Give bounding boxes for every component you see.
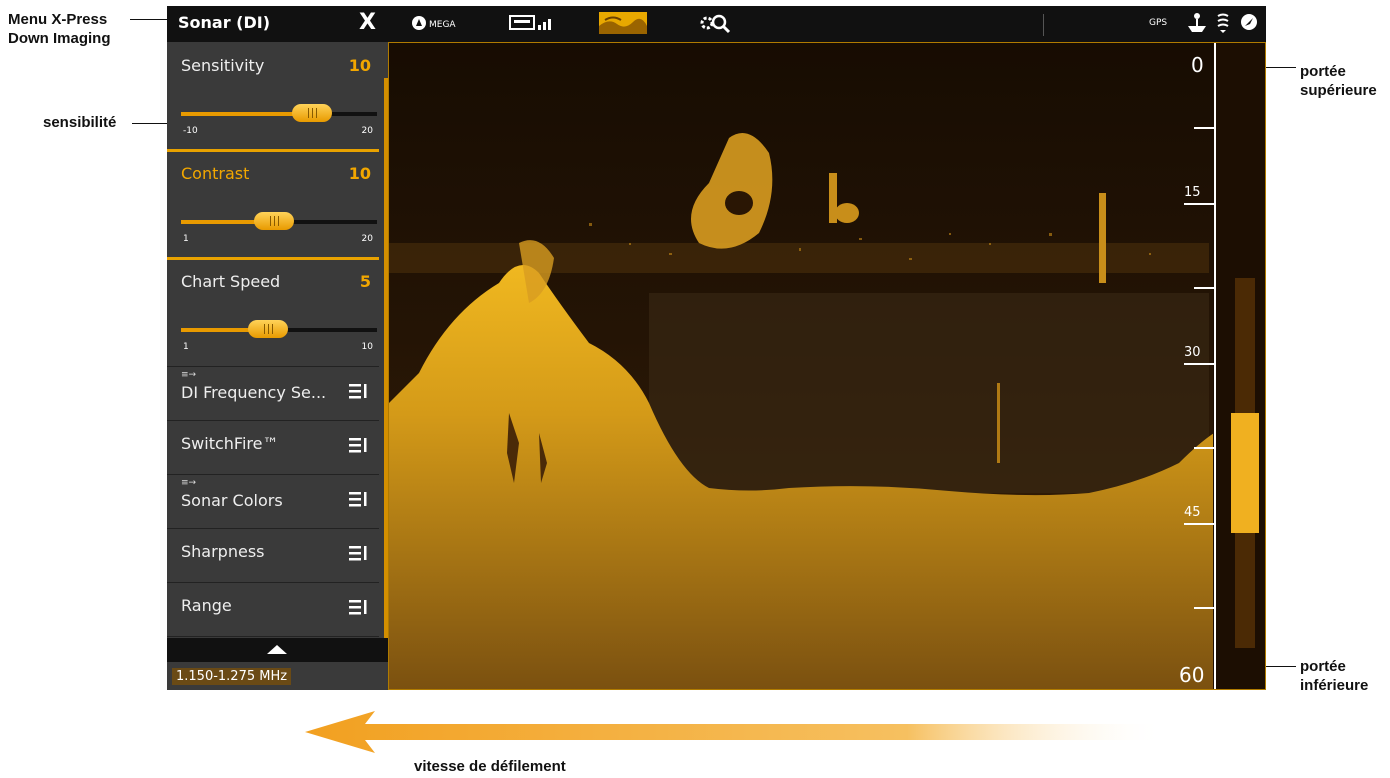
mega-icon[interactable]: MEGA	[411, 14, 463, 36]
chart-speed-max: 10	[361, 342, 373, 352]
menu-list-icon	[349, 384, 367, 399]
chart-speed-label: Chart Speed	[181, 272, 281, 291]
sonar-view-icon[interactable]	[599, 12, 647, 38]
sensitivity-track[interactable]	[181, 112, 377, 116]
fishfinder-screen: Sonar (DI) X MEGA GPS Sensitivity 10 -10…	[167, 6, 1266, 690]
menu-item-sonar-colors[interactable]: ≡→ Sonar Colors	[167, 474, 379, 529]
callout-menu-line2: Down Imaging	[8, 30, 111, 47]
depth-tick	[1184, 363, 1214, 365]
menu-list-icon	[349, 438, 367, 453]
menu-item-di-frequency[interactable]: ≡→ DI Frequency Se...	[167, 366, 379, 421]
scroll-up-button[interactable]	[167, 638, 388, 662]
callout-upper-line2: supérieure	[1300, 82, 1377, 99]
menu-item-sharpness[interactable]: Sharpness	[167, 528, 379, 583]
menu-item-label: DI Frequency Se...	[181, 383, 327, 402]
menu-list-icon	[349, 492, 367, 507]
depth-label-top: 0	[1191, 53, 1204, 77]
callout-chart-speed: vitesse de défilement	[414, 758, 566, 775]
menu-item-label: Sharpness	[181, 542, 265, 561]
mega-label: MEGA	[429, 20, 456, 30]
sensitivity-slider-thumb[interactable]	[291, 104, 332, 122]
submenu-indicator: ≡→	[181, 478, 197, 488]
topbar-divider	[1043, 14, 1044, 36]
gps-icon: GPS	[1149, 18, 1167, 28]
contrast-slider-thumb[interactable]	[253, 212, 294, 230]
menu-list-icon	[349, 546, 367, 561]
sensitivity-setting[interactable]: Sensitivity 10 -10 20	[167, 42, 379, 151]
menu-item-label: SwitchFire™	[181, 434, 279, 453]
callout-menu-leader	[130, 19, 168, 20]
depth-label-30: 30	[1184, 345, 1201, 360]
contrast-min: 1	[183, 234, 189, 244]
contrast-label: Contrast	[181, 164, 250, 183]
chart-split-icon[interactable]	[509, 14, 553, 36]
callout-lower-range: portée inférieure	[1300, 657, 1368, 695]
callout-lower-line2: inférieure	[1300, 677, 1369, 694]
menu-item-switchfire[interactable]: SwitchFire™	[167, 420, 379, 475]
callout-menu-line1: Menu X-Press	[8, 11, 108, 28]
contrast-setting[interactable]: Contrast 10 1 20	[167, 150, 379, 259]
menu-list-icon	[349, 600, 367, 615]
compass-icon	[1240, 13, 1258, 35]
menu-item-label: Sonar Colors	[181, 491, 283, 510]
scroll-direction-arrow	[305, 707, 1165, 761]
depth-tick	[1194, 127, 1214, 129]
callout-menu: Menu X-Press Down Imaging	[8, 10, 111, 48]
depth-tick	[1194, 607, 1214, 609]
sensitivity-min: -10	[183, 126, 198, 136]
sensitivity-max: 20	[361, 126, 373, 136]
callout-sensitivity: sensibilité	[43, 114, 117, 131]
sonar-display[interactable]: 0 15 30 45 60	[388, 42, 1266, 690]
view-title: Sonar (DI)	[178, 13, 271, 32]
chart-speed-setting[interactable]: Chart Speed 5 1 10	[167, 258, 379, 367]
sonar-status-icon	[1215, 12, 1231, 38]
frequency-readout: 1.150-1.275 MHz	[172, 668, 292, 685]
x-press-menu: Sensitivity 10 -10 20 Contrast 10 1 20 C…	[167, 42, 388, 690]
depth-tick	[1184, 523, 1214, 525]
chart-speed-slider-thumb[interactable]	[248, 320, 289, 338]
sensitivity-value: 10	[348, 56, 371, 75]
depth-label-bottom: 60	[1179, 663, 1205, 687]
callout-upper-line1: portée	[1300, 63, 1346, 80]
depth-tick	[1194, 287, 1214, 289]
sonar-image	[389, 43, 1265, 689]
callout-lower-line1: portée	[1300, 658, 1346, 675]
depth-tick	[1194, 447, 1214, 449]
gps-label: GPS	[1149, 18, 1168, 28]
settings-search-icon[interactable]	[699, 12, 731, 38]
boat-icon	[1187, 12, 1207, 38]
contrast-max: 20	[361, 234, 373, 244]
menu-item-label: Range	[181, 596, 232, 615]
top-bar: Sonar (DI) X MEGA GPS	[167, 6, 1266, 42]
contrast-value: 10	[348, 164, 371, 183]
callout-upper-range: portée supérieure	[1300, 62, 1377, 100]
depth-tick	[1184, 203, 1214, 205]
sensitivity-label: Sensitivity	[181, 56, 265, 75]
menu-item-range[interactable]: Range	[167, 582, 379, 637]
chevron-up-icon	[267, 645, 287, 654]
depth-label-45: 45	[1184, 505, 1201, 520]
submenu-indicator: ≡→	[181, 370, 197, 380]
chart-speed-value: 5	[359, 272, 371, 291]
close-button[interactable]: X	[359, 10, 376, 35]
chart-speed-min: 1	[183, 342, 189, 352]
depth-label-15: 15	[1184, 185, 1201, 200]
